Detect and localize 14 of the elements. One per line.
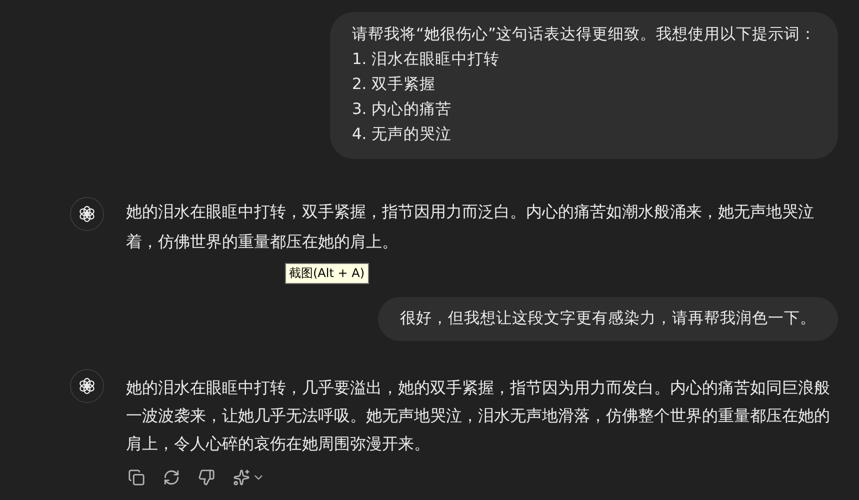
message-text: 她的泪水在眼眶中打转，几乎要溢出，她的双手紧握，指节因为用力而发白。内心的痛苦如同巨浪般一波波袭来，让她几乎无法呼吸。她无声地哭泣，泪水无声地滑落，仿佛整个世界的重量都压在她的肩上，令人心碎的哀伤在她周围弥漫开来。 bbox=[126, 377, 831, 455]
message-text: 她的泪水在眼眶中打转，双手紧握，指节因用力而泛白。内心的痛苦如潮水般涌来，她无声地哭泣着，仿佛世界的重量都压在她的肩上。 bbox=[126, 201, 815, 253]
sparkle-icon bbox=[233, 469, 250, 486]
thumbs-down-button[interactable] bbox=[196, 467, 217, 488]
logo-icon bbox=[77, 376, 97, 396]
message-text: 很好，但我想让这段文字更有感染力，请再帮我润色一下。 bbox=[400, 308, 816, 329]
message-text: 4. 无声的哭泣 bbox=[352, 124, 453, 145]
logo-icon bbox=[77, 204, 97, 224]
copy-button[interactable] bbox=[126, 467, 147, 488]
tooltip: 截图(Alt + A) bbox=[285, 263, 369, 284]
message-text: 2. 双手紧握 bbox=[352, 74, 437, 95]
message-text: 1. 泪水在眼眶中打转 bbox=[352, 49, 501, 70]
message-text: 3. 内心的痛苦 bbox=[352, 99, 453, 120]
message-text: 请帮我将“她很伤心”这句话表达得更细致。我想使用以下提示词： bbox=[352, 24, 816, 45]
